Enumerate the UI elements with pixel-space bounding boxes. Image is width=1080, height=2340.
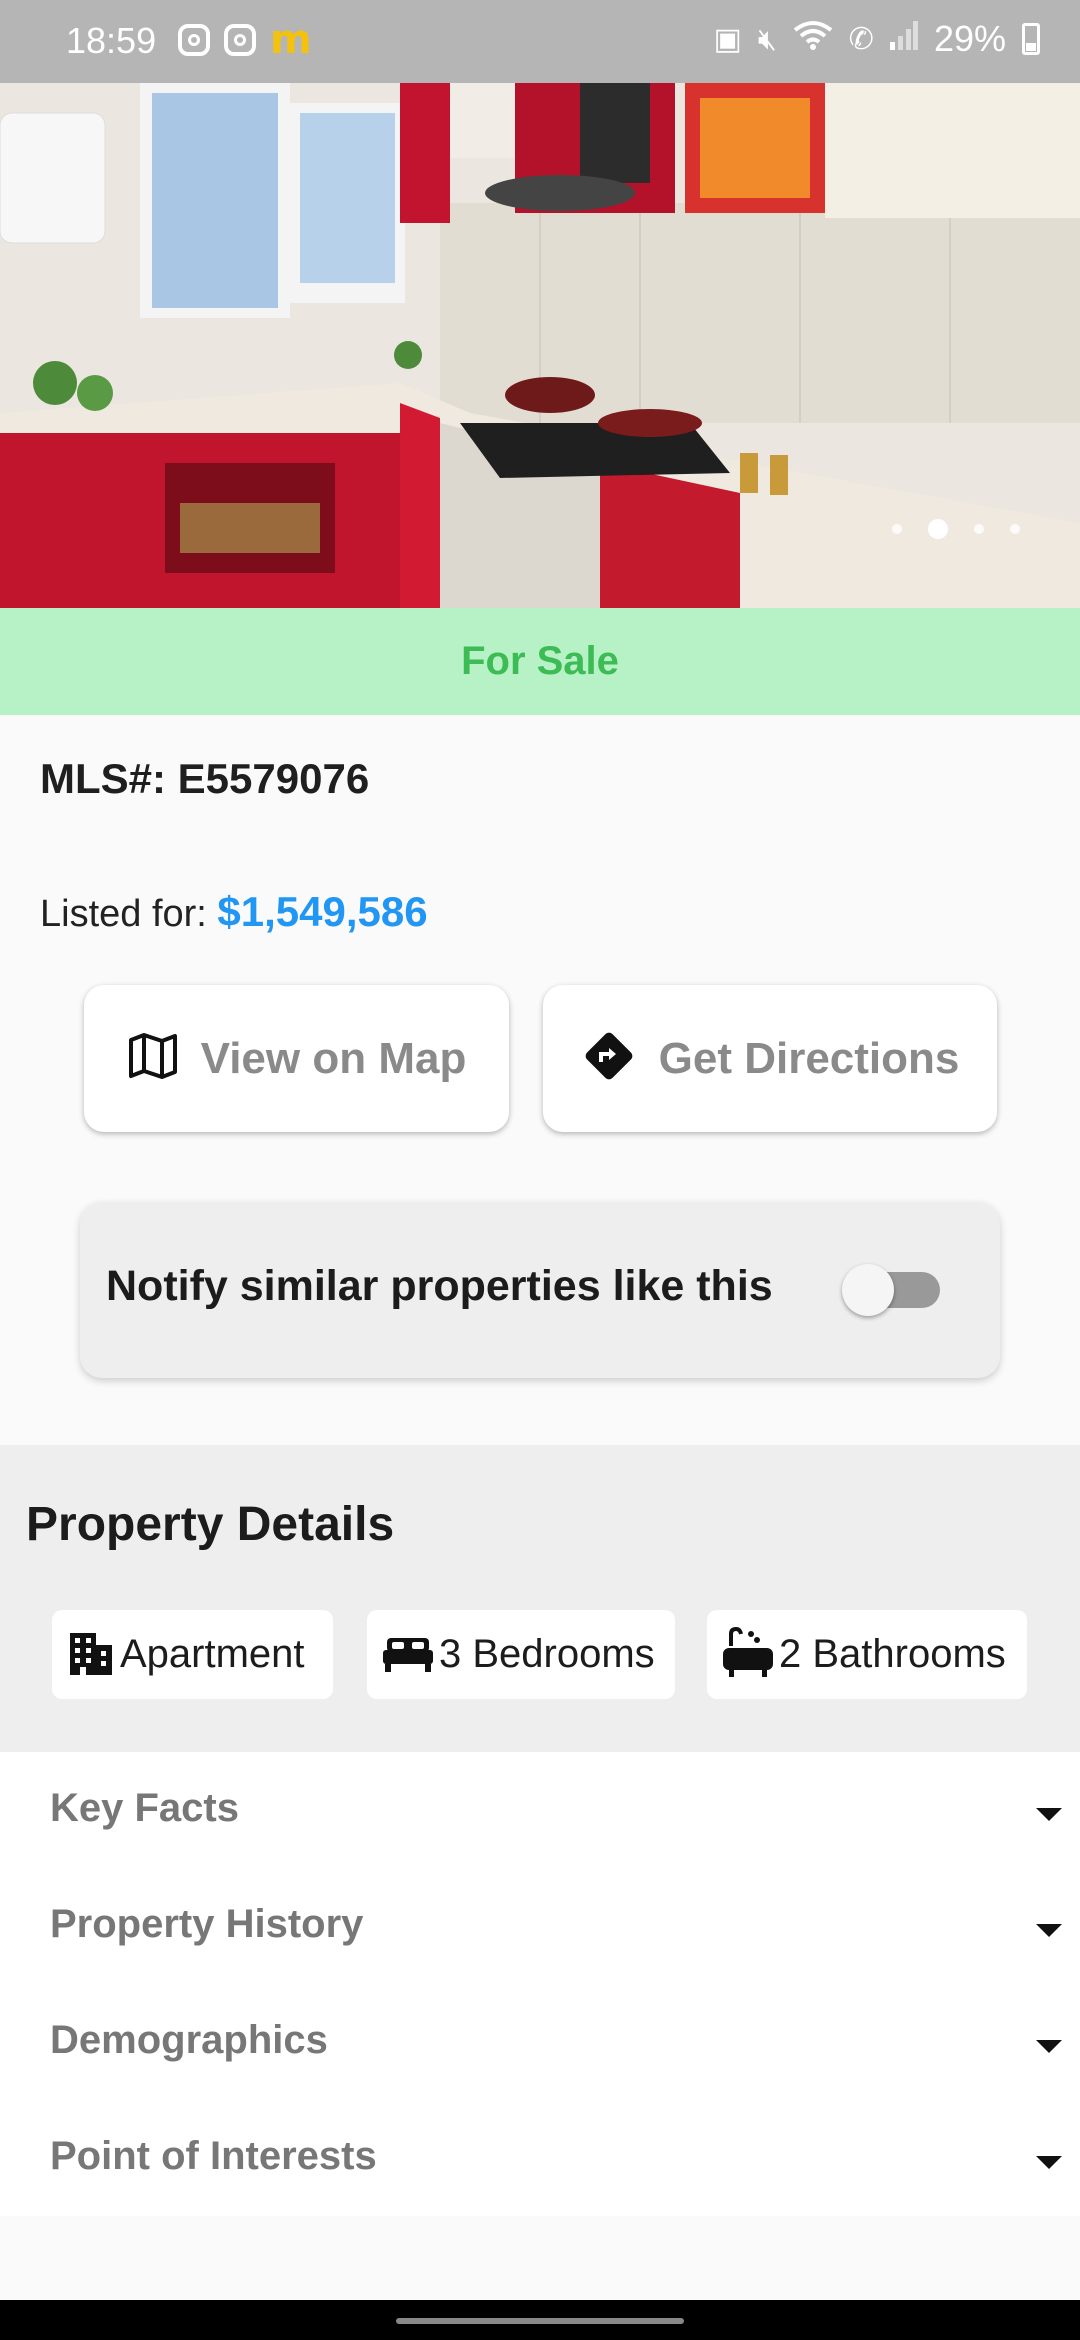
wifi-icon	[793, 20, 833, 58]
mute-icon: 🔇︎	[757, 21, 777, 57]
bedrooms-chip: 3 Bedrooms	[367, 1610, 675, 1699]
property-details-section: Property Details Apartment 3 Bedrooms 2 …	[0, 1445, 1080, 1752]
chevron-down-icon	[1036, 2156, 1062, 2169]
accordion-property-history[interactable]: Property History	[0, 1868, 1080, 1984]
accordion-label: Key Facts	[50, 1786, 239, 1830]
accordion-label: Demographics	[50, 2018, 328, 2062]
map-icon	[127, 1030, 179, 1087]
property-photo-carousel[interactable]	[0, 83, 1080, 608]
view-on-map-button[interactable]: View on Map	[84, 985, 509, 1132]
carousel-dot[interactable]	[1010, 524, 1020, 534]
mcdonalds-icon: m	[270, 17, 312, 63]
mls-number: MLS#: E5579076	[40, 755, 370, 802]
property-type-label: Apartment	[120, 1632, 305, 1676]
battery-percent: 29%	[933, 18, 1006, 59]
status-time: 18:59	[66, 20, 157, 61]
directions-icon	[581, 1028, 637, 1089]
sale-status-label: For Sale	[461, 639, 619, 683]
carousel-dot[interactable]	[974, 524, 984, 534]
bathrooms-chip: 2 Bathrooms	[707, 1610, 1027, 1699]
get-directions-button[interactable]: Get Directions	[543, 985, 997, 1132]
listed-price-row: Listed for: $1,549,586	[40, 888, 428, 936]
carousel-dot-active[interactable]	[928, 519, 948, 539]
instagram-icon	[178, 24, 210, 56]
toggle-knob	[842, 1264, 894, 1316]
instagram-icon	[224, 24, 256, 56]
system-navigation-bar	[0, 2300, 1080, 2340]
listed-label: Listed for:	[40, 893, 218, 935]
notify-similar-label: Notify similar properties like this	[106, 1262, 773, 1310]
view-on-map-label: View on Map	[200, 1033, 467, 1083]
notify-similar-toggle[interactable]	[842, 1264, 940, 1316]
wifi-calling-icon: ✆	[848, 21, 874, 57]
property-details-title: Property Details	[26, 1498, 395, 1551]
signal-icon	[889, 20, 918, 58]
battery-icon	[1022, 23, 1040, 55]
bedrooms-label: 3 Bedrooms	[439, 1632, 655, 1676]
carousel-dot[interactable]	[892, 524, 902, 534]
bathrooms-label: 2 Bathrooms	[779, 1632, 1006, 1676]
accordion-label: Property History	[50, 1902, 364, 1946]
accordion-key-facts[interactable]: Key Facts	[0, 1752, 1080, 1868]
chevron-down-icon	[1036, 1808, 1062, 1821]
home-gesture-handle[interactable]	[396, 2318, 684, 2324]
chevron-down-icon	[1036, 2040, 1062, 2053]
accordion-point-of-interests[interactable]: Point of Interests	[0, 2100, 1080, 2216]
battery-saver-icon: ▣	[713, 21, 742, 57]
bathtub-icon	[721, 1626, 775, 1683]
building-icon	[66, 1627, 116, 1682]
accordion-demographics[interactable]: Demographics	[0, 1984, 1080, 2100]
listing-price: $1,549,586	[217, 888, 428, 935]
sale-status-banner: For Sale	[0, 608, 1080, 715]
bed-icon	[381, 1630, 435, 1679]
details-accordion: Key Facts Property History Demographics …	[0, 1752, 1080, 2216]
notify-similar-card: Notify similar properties like this	[80, 1202, 1000, 1378]
get-directions-label: Get Directions	[658, 1033, 960, 1083]
carousel-indicator[interactable]	[892, 519, 1020, 539]
accordion-label: Point of Interests	[50, 2134, 377, 2178]
status-bar: 18:59 m ▣ 🔇︎ ✆ 29%	[0, 0, 1080, 83]
property-type-chip: Apartment	[52, 1610, 333, 1699]
chevron-down-icon	[1036, 1924, 1062, 1937]
